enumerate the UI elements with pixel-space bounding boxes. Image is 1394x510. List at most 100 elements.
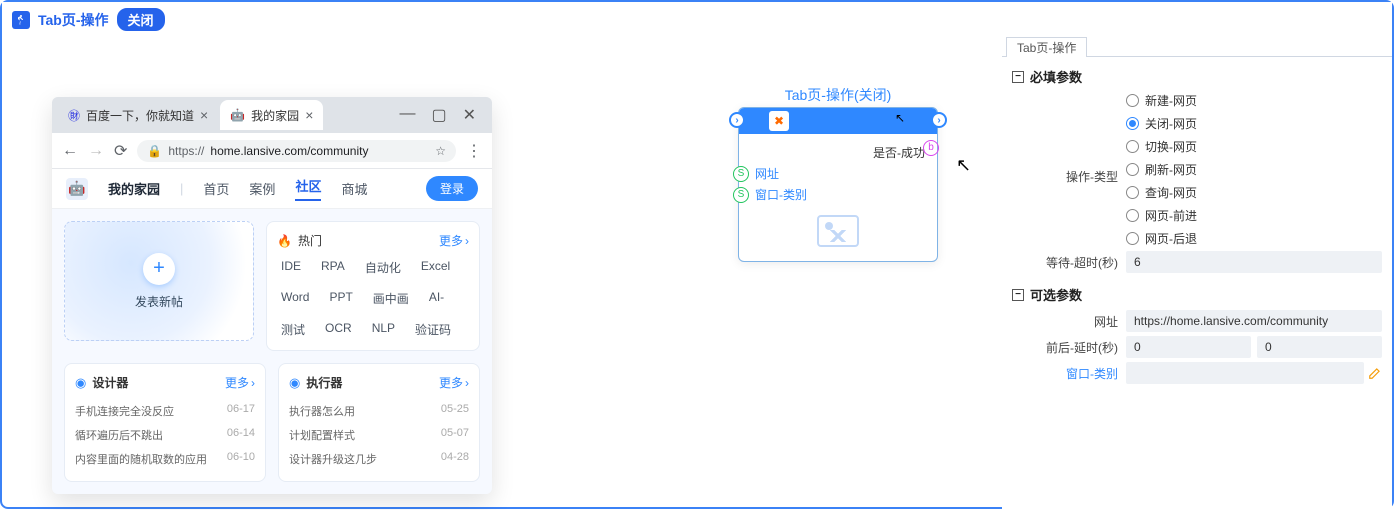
executor-icon: ◉ <box>289 375 300 391</box>
node-port-in[interactable]: › <box>729 112 745 128</box>
browser-tab[interactable]: 🤖 我的家园 × <box>220 100 323 130</box>
optional-section[interactable]: − 可选参数 <box>1012 285 1382 304</box>
back-icon[interactable]: ← <box>62 142 78 160</box>
list-item[interactable]: 计划配置样式05-07 <box>289 423 469 447</box>
designer-icon: ◉ <box>75 375 86 391</box>
edit-icon[interactable] <box>1368 366 1382 380</box>
top-bar: Tab页-操作 关闭 <box>2 2 1392 37</box>
tag[interactable]: IDE <box>281 259 301 276</box>
robot-icon: 🤖 <box>230 108 245 122</box>
section-title: 可选参数 <box>1030 285 1082 304</box>
window-type-input[interactable] <box>1126 362 1364 384</box>
tag[interactable]: Word <box>281 290 309 307</box>
node-port-out[interactable]: › <box>931 112 947 128</box>
menu-icon[interactable]: ⋮ <box>466 141 482 161</box>
tag[interactable]: RPA <box>321 259 345 276</box>
tab-label: 百度一下，你就知道 <box>86 107 194 124</box>
tag[interactable]: 验证码 <box>415 321 451 338</box>
star-icon[interactable]: ☆ <box>435 144 446 158</box>
close-icon[interactable]: ✕ <box>463 105 476 125</box>
tag[interactable]: PPT <box>329 290 352 307</box>
string-badge-icon: S <box>733 187 749 203</box>
properties-panel: Tab页-操作 − 必填参数 操作-类型 新建-网页 关闭-网页 切换-网页 <box>1002 37 1392 510</box>
new-post-card[interactable]: + 发表新帖 <box>64 221 254 341</box>
timeout-input[interactable] <box>1126 251 1382 273</box>
string-badge-icon: S <box>733 166 749 182</box>
bool-badge-icon: b <box>923 140 939 156</box>
radio-switch-page[interactable]: 切换-网页 <box>1126 138 1197 155</box>
close-icon[interactable]: × <box>305 107 313 123</box>
fire-icon: 🔥 <box>277 234 292 248</box>
output-label: 是否-成功 <box>751 144 925 161</box>
canvas[interactable]: ㊖ 百度一下，你就知道 × 🤖 我的家园 × — ▢ ✕ <box>2 37 1002 510</box>
window-type-link[interactable]: 窗口-类别 <box>1066 367 1118 381</box>
cursor-icon: ↖ <box>895 111 905 125</box>
url-label: 网址 <box>1012 313 1126 330</box>
close-icon[interactable]: × <box>200 107 208 123</box>
list-item[interactable]: 执行器怎么用05-25 <box>289 399 469 423</box>
list-item[interactable]: 设计器升级这几步04-28 <box>289 447 469 471</box>
tag[interactable]: NLP <box>372 321 395 338</box>
radio-new-page[interactable]: 新建-网页 <box>1126 92 1197 109</box>
nav-mall[interactable]: 商城 <box>341 179 367 198</box>
timeout-label: 等待-超时(秒) <box>1012 254 1126 271</box>
browser-tab[interactable]: ㊖ 百度一下，你就知道 × <box>58 100 218 130</box>
plus-icon: + <box>143 253 175 285</box>
panel-tab[interactable]: Tab页-操作 <box>1006 37 1087 57</box>
delay-before-input[interactable] <box>1126 336 1251 358</box>
delay-after-input[interactable] <box>1257 336 1382 358</box>
op-type-label: 操作-类型 <box>1012 92 1126 185</box>
input-url[interactable]: S网址 <box>755 165 925 182</box>
collapse-icon[interactable]: − <box>1012 71 1024 83</box>
collapse-icon[interactable]: − <box>1012 289 1024 301</box>
minimize-icon[interactable]: — <box>399 105 415 125</box>
login-button[interactable]: 登录 <box>426 176 478 201</box>
delay-label: 前后-延时(秒) <box>1012 339 1126 356</box>
more-link[interactable]: 更多› <box>439 374 469 391</box>
tag[interactable]: Excel <box>421 259 450 276</box>
reload-icon[interactable]: ⟳ <box>114 141 127 161</box>
url-input[interactable] <box>1126 310 1382 332</box>
list-item[interactable]: 内容里面的随机取数的应用06-10 <box>75 447 255 471</box>
address-bar[interactable]: 🔒 https://home.lansive.com/community ☆ <box>137 140 456 162</box>
chevron-right-icon: › <box>465 376 469 390</box>
workflow-node[interactable]: › ✖ ↖ › 是否-成功 b S网址 S窗口-类别 <box>738 107 938 262</box>
op-type-radios: 新建-网页 关闭-网页 切换-网页 刷新-网页 查询-网页 网页-前进 网页-后… <box>1126 92 1197 247</box>
radio-back-page[interactable]: 网页-后退 <box>1126 230 1197 247</box>
site-name: 我的家园 <box>108 179 160 198</box>
radio-refresh-page[interactable]: 刷新-网页 <box>1126 161 1197 178</box>
list-item[interactable]: 循环遍历后不跳出06-14 <box>75 423 255 447</box>
more-link[interactable]: 更多› <box>439 232 469 249</box>
input-window[interactable]: S窗口-类别 <box>755 186 925 203</box>
forward-icon[interactable]: → <box>88 142 104 160</box>
tag[interactable]: OCR <box>325 321 352 338</box>
walk-icon <box>12 11 30 29</box>
chevron-right-icon: › <box>251 376 255 390</box>
hot-title: 热门 <box>298 232 322 249</box>
url-prefix: https:// <box>168 144 204 158</box>
radio-close-page[interactable]: 关闭-网页 <box>1126 115 1197 132</box>
nav-cases[interactable]: 案例 <box>249 179 275 198</box>
mouse-cursor-icon: ↖ <box>956 155 971 176</box>
nav-community[interactable]: 社区 <box>295 176 321 201</box>
radio-forward-page[interactable]: 网页-前进 <box>1126 207 1197 224</box>
tag[interactable]: 测试 <box>281 321 305 338</box>
radio-query-page[interactable]: 查询-网页 <box>1126 184 1197 201</box>
status-pill: 关闭 <box>117 8 165 31</box>
browser-tabs: ㊖ 百度一下，你就知道 × 🤖 我的家园 × — ▢ ✕ <box>52 97 492 133</box>
tag[interactable]: 自动化 <box>365 259 401 276</box>
tag[interactable]: AI- <box>429 290 444 307</box>
url-text: home.lansive.com/community <box>210 144 368 158</box>
chevron-right-icon: › <box>465 234 469 248</box>
tab-label: 我的家园 <box>251 107 299 124</box>
section-title: 必填参数 <box>1030 67 1082 86</box>
list-item[interactable]: 手机连接完全没反应06-17 <box>75 399 255 423</box>
tag[interactable]: 画中画 <box>373 290 409 307</box>
designer-card: ◉ 设计器 更多› 手机连接完全没反应06-17 循环遍历后不跳出06-14 内… <box>64 363 266 482</box>
required-section[interactable]: − 必填参数 <box>1012 67 1382 86</box>
more-link[interactable]: 更多› <box>225 374 255 391</box>
node-title: Tab页-操作(关闭) <box>738 85 938 105</box>
maximize-icon[interactable]: ▢ <box>431 105 446 125</box>
browser-window: ㊖ 百度一下，你就知道 × 🤖 我的家园 × — ▢ ✕ <box>52 97 492 494</box>
nav-home[interactable]: 首页 <box>203 179 229 198</box>
